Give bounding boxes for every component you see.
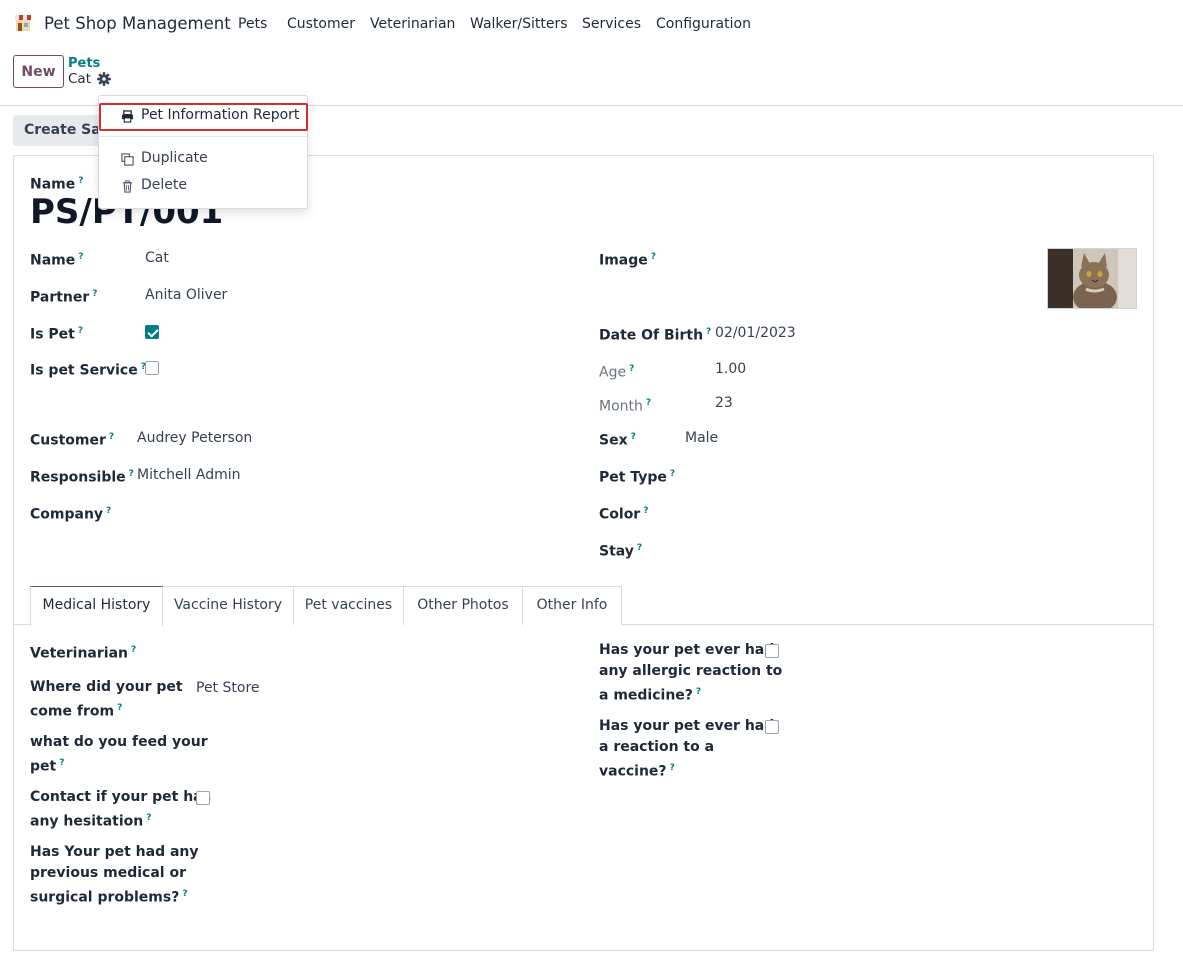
menu-services[interactable]: Services (582, 16, 641, 32)
menu-pets[interactable]: Pets (238, 16, 267, 32)
where-from-field[interactable]: Pet Store (196, 678, 260, 699)
menu-item-duplicate[interactable]: Duplicate (99, 148, 307, 172)
tab-pet-vaccines[interactable]: Pet vaccines (293, 586, 404, 625)
menu-walker-sitters[interactable]: Walker/Sitters (470, 16, 568, 32)
medical-problems-label: Has Your pet had any previous medical or s… (30, 844, 199, 906)
copy-icon (121, 153, 134, 166)
customer-field[interactable]: Audrey Peterson (137, 428, 252, 449)
dob-label: Date Of Birth? (599, 327, 712, 344)
month-label: Month? (599, 398, 652, 415)
partner-field[interactable]: Anita Oliver (145, 285, 227, 306)
image-label: Image? (599, 252, 656, 269)
pet-type-label: Pet Type? (599, 469, 676, 486)
trash-icon (122, 180, 133, 193)
responsible-label: Responsible? (30, 469, 134, 486)
menu-item-delete[interactable]: Delete (99, 175, 307, 199)
pet-shop-app-icon[interactable] (14, 14, 32, 32)
is-pet-label: Is Pet? (30, 326, 84, 343)
tab-other-photos[interactable]: Other Photos (403, 586, 523, 625)
stay-label: Stay? (599, 543, 643, 560)
menu-item-pet-information-report[interactable]: Pet Information Report (99, 105, 307, 129)
breadcrumb-current: Cat (68, 71, 91, 87)
name-label: Name? (30, 252, 84, 269)
age-field: 1.00 (715, 361, 747, 377)
company-label: Company? (30, 506, 112, 523)
app-name[interactable]: Pet Shop Management (44, 14, 231, 33)
cat-photo-icon (1048, 249, 1136, 308)
vaccine-reaction-label: Has your pet ever had a reaction to a vacc… (599, 718, 775, 780)
allergic-reaction-checkbox[interactable] (765, 644, 779, 658)
dob-field[interactable]: 02/01/2023 (715, 323, 796, 344)
tab-medical-history[interactable]: Medical History (30, 586, 163, 626)
partner-label: Partner? (30, 289, 98, 306)
tab-other-info[interactable]: Other Info (522, 586, 622, 625)
menu-configuration[interactable]: Configuration (656, 16, 751, 32)
vaccine-reaction-checkbox[interactable] (765, 720, 779, 734)
breadcrumb-pets[interactable]: Pets (68, 56, 100, 71)
responsible-field[interactable]: Mitchell Admin (137, 465, 241, 486)
tab-vaccine-history[interactable]: Vaccine History (162, 586, 294, 625)
menu-customer[interactable]: Customer (287, 16, 355, 32)
name-field[interactable]: Cat (145, 248, 169, 269)
pet-image[interactable] (1047, 248, 1137, 309)
menu-veterinarian[interactable]: Veterinarian (370, 16, 455, 32)
is-pet-checkbox[interactable] (145, 325, 159, 339)
contact-hesitation-checkbox[interactable] (196, 791, 210, 805)
top-navbar: Pet Shop Management Pets Customer Veteri… (0, 0, 1183, 46)
contact-hesitation-label: Contact if your pet has any hesitation? (30, 789, 211, 830)
gear-icon[interactable] (97, 72, 111, 86)
menu-divider (99, 136, 307, 137)
sex-field[interactable]: Male (685, 428, 718, 449)
age-label: Age? (599, 364, 635, 381)
is-pet-service-label: Is pet Service? (30, 362, 146, 379)
printer-icon (121, 110, 134, 123)
sex-label: Sex? (599, 432, 636, 449)
where-from-label: Where did your pet come from? (30, 679, 183, 720)
gear-dropdown-menu: Pet Information Report Duplicate Delete (98, 95, 308, 209)
customer-label: Customer? (30, 432, 115, 449)
is-pet-service-checkbox[interactable] (145, 361, 159, 375)
allergic-reaction-label: Has your pet ever had any allergic reacti… (599, 642, 783, 704)
new-button[interactable]: New (13, 55, 64, 88)
feed-label: what do you feed your pet? (30, 734, 208, 775)
month-field: 23 (715, 395, 733, 411)
color-label: Color? (599, 506, 649, 523)
veterinarian-label: Veterinarian? (30, 645, 137, 662)
